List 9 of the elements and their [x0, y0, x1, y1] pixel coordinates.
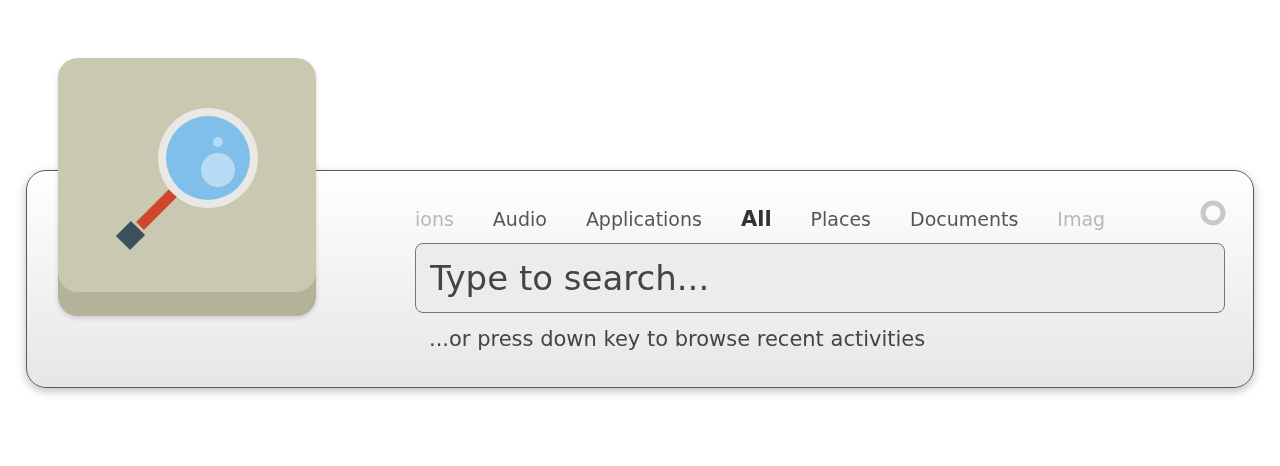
- category-tab[interactable]: Applications: [585, 208, 702, 230]
- spinner-icon: [1199, 199, 1227, 227]
- app-icon: [58, 58, 316, 316]
- search-field[interactable]: Type to search...: [415, 243, 1225, 313]
- hint-text: ...or press down key to browse recent activities: [429, 327, 927, 351]
- category-tab[interactable]: All: [740, 207, 772, 231]
- category-tab[interactable]: Places: [810, 208, 871, 230]
- category-tab[interactable]: Audio: [492, 208, 547, 230]
- category-tab[interactable]: Documents: [910, 208, 1019, 230]
